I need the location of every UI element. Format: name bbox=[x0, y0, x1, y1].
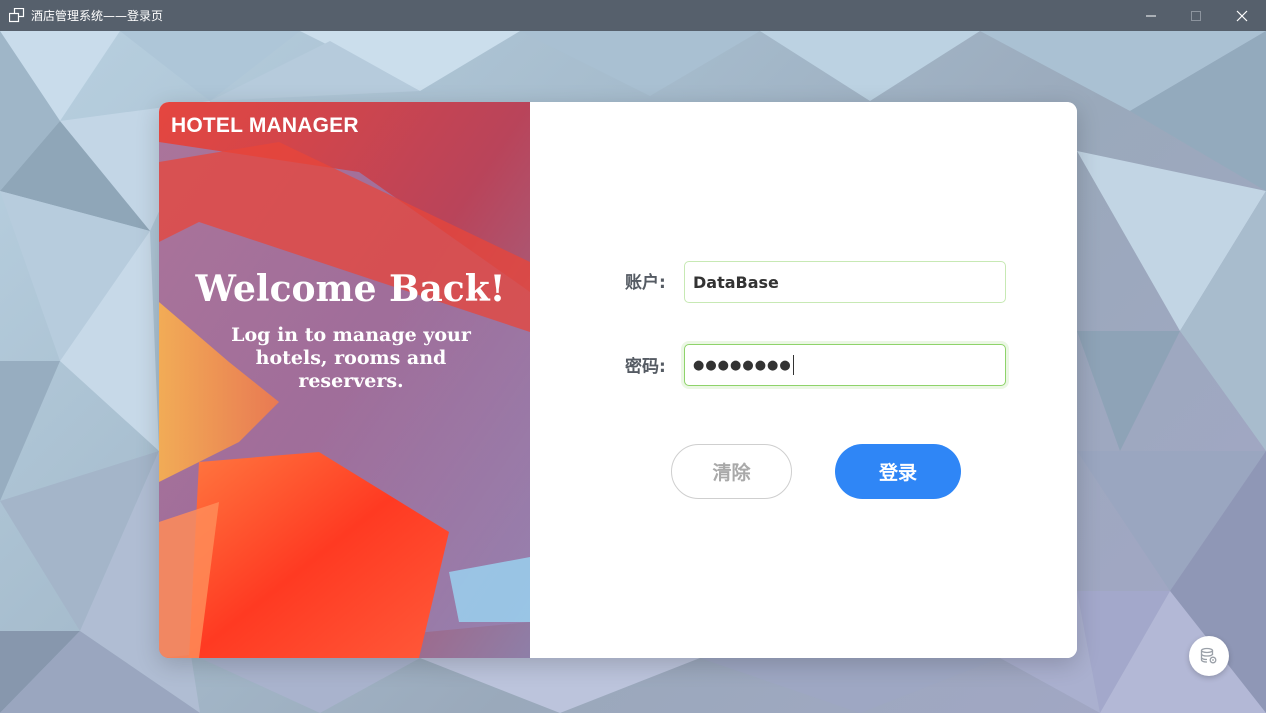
title-bar: 酒店管理系统——登录页 bbox=[0, 0, 1266, 31]
welcome-subtitle: Log in to manage your hotels, rooms and … bbox=[231, 324, 471, 392]
text-caret bbox=[792, 355, 794, 375]
password-label: 密码: bbox=[625, 357, 666, 377]
login-button[interactable]: 登录 bbox=[835, 444, 961, 499]
close-icon bbox=[1236, 10, 1248, 21]
welcome-heading: Welcome Back! bbox=[195, 268, 506, 310]
minimize-icon bbox=[1146, 15, 1156, 16]
password-input[interactable]: ●●●●●●●● bbox=[684, 344, 1006, 386]
account-label: 账户: bbox=[625, 273, 666, 293]
minimize-button[interactable] bbox=[1128, 0, 1174, 31]
database-settings-icon bbox=[1200, 647, 1217, 664]
login-form: 账户: DataBase 密码: ●●●●●●●● 清除 登录 bbox=[530, 102, 1077, 658]
maximize-icon bbox=[1191, 10, 1201, 21]
account-value: DataBase bbox=[693, 272, 779, 292]
maximize-button[interactable] bbox=[1173, 0, 1219, 31]
database-settings-button[interactable] bbox=[1189, 636, 1229, 676]
login-card: HOTEL MANAGER Welcome Back! Log in to ma… bbox=[159, 102, 1077, 658]
close-button[interactable] bbox=[1219, 0, 1265, 31]
window-title: 酒店管理系统——登录页 bbox=[31, 9, 164, 23]
brand-logo: HOTEL MANAGER bbox=[171, 114, 359, 137]
hero-panel: HOTEL MANAGER Welcome Back! Log in to ma… bbox=[159, 102, 530, 658]
password-value: ●●●●●●●● bbox=[693, 357, 792, 373]
window-app-icon bbox=[9, 8, 25, 23]
account-input[interactable]: DataBase bbox=[684, 261, 1006, 303]
clear-button[interactable]: 清除 bbox=[671, 444, 792, 499]
